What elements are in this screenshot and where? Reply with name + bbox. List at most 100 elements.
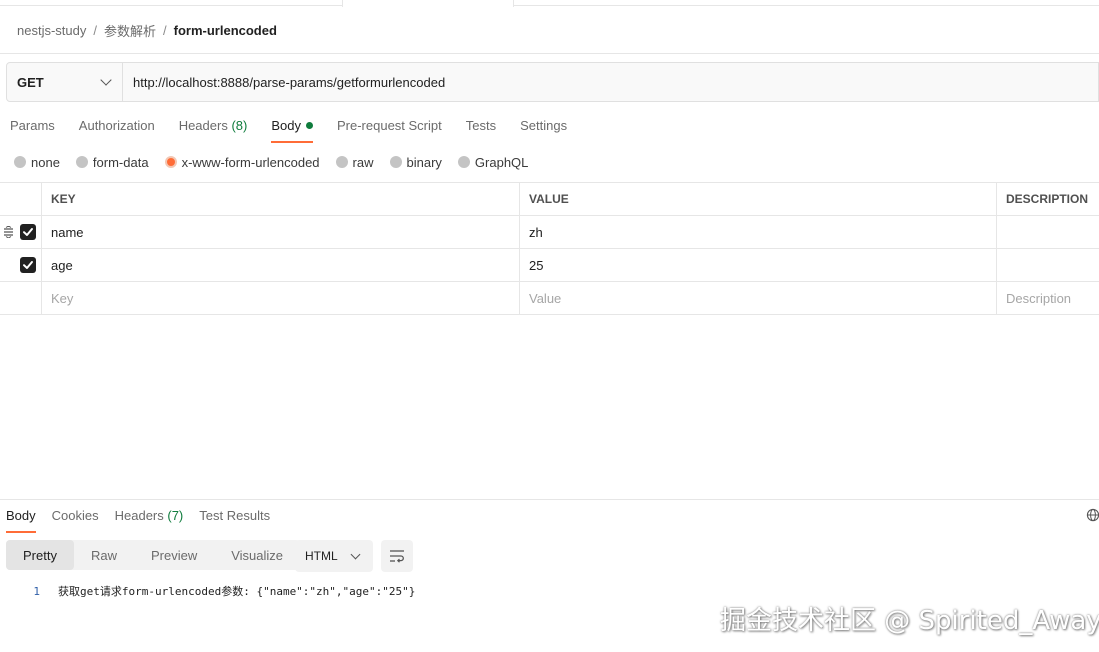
body-type-form-data[interactable]: form-data — [75, 154, 149, 170]
body-type-none-label: none — [31, 154, 60, 170]
radio-icon — [457, 156, 470, 168]
column-header-description: DESCRIPTION — [1006, 192, 1089, 206]
headers-count-badge: (8) — [231, 118, 248, 133]
tab-params-label: Params — [10, 118, 55, 133]
value-cell[interactable]: zh — [520, 216, 997, 248]
tab-headers-label: Headers — [178, 118, 228, 133]
response-tab-cookies-label: Cookies — [51, 508, 99, 523]
column-header-key: KEY — [42, 183, 520, 215]
line-number: 1 — [33, 584, 40, 598]
table-row: age 25 — [0, 249, 1099, 282]
radio-icon — [389, 156, 402, 168]
view-raw-button[interactable]: Raw — [74, 540, 134, 570]
url-bar: GET http://localhost:8888/parse-params/g… — [6, 62, 1099, 102]
header-check-cell — [0, 183, 42, 215]
tab-pre-request-label: Pre-request Script — [336, 118, 442, 133]
key-cell[interactable]: name — [42, 216, 520, 248]
table-row: name zh — [0, 216, 1099, 249]
radio-icon — [14, 156, 26, 168]
body-type-binary[interactable]: binary — [389, 154, 442, 170]
radio-icon — [335, 156, 348, 168]
key-value-table: KEY VALUE DESCRIPTION name zh age 25 Key… — [0, 182, 1099, 315]
body-type-graphql-label: GraphQL — [474, 154, 529, 170]
tab-body-label: Body — [271, 118, 301, 133]
response-tab-test-results-label: Test Results — [199, 508, 271, 523]
body-indicator-dot-icon — [305, 122, 313, 129]
tab-tests[interactable]: Tests — [466, 117, 496, 143]
body-type-urlencoded-label: x-www-form-urlencoded — [181, 154, 320, 170]
response-tab-headers[interactable]: Headers (7) — [115, 507, 184, 533]
wrap-lines-icon — [390, 550, 404, 563]
tab-tests-label: Tests — [465, 118, 497, 133]
row-checkbox[interactable] — [19, 224, 36, 240]
request-tabs: Params Authorization Headers (8) Body Pr… — [10, 117, 591, 143]
response-tab-test-results[interactable]: Test Results — [199, 507, 270, 533]
response-tabs: Body Cookies Headers (7) Test Results — [6, 507, 286, 533]
row-check-cell — [0, 282, 42, 314]
tab-authorization-label: Authorization — [78, 118, 155, 133]
url-input[interactable]: http://localhost:8888/parse-params/getfo… — [123, 63, 1098, 101]
wrap-lines-button[interactable] — [381, 540, 413, 572]
column-header-value: VALUE — [520, 183, 997, 215]
breadcrumb: nestjs-study / 参数解析 / form-urlencoded — [17, 21, 277, 39]
table-header-row: KEY VALUE DESCRIPTION — [0, 183, 1099, 216]
new-value-input[interactable]: Value — [520, 282, 997, 314]
tab-settings-label: Settings — [520, 118, 568, 133]
drag-handle-icon[interactable] — [3, 226, 14, 238]
checkmark-icon — [22, 261, 33, 269]
response-divider[interactable] — [0, 499, 1099, 500]
table-row-new: Key Value Description — [0, 282, 1099, 315]
value-cell[interactable]: 25 — [520, 249, 997, 281]
radio-icon — [75, 156, 88, 168]
breadcrumb-request-name[interactable]: form-urlencoded — [174, 23, 277, 38]
body-type-form-data-label: form-data — [92, 154, 149, 170]
new-key-input[interactable]: Key — [42, 282, 520, 314]
body-type-raw[interactable]: raw — [335, 154, 374, 170]
response-body-line: 1 获取get请求form-urlencoded参数: {"name":"zh"… — [0, 582, 415, 600]
checkmark-icon — [22, 228, 33, 236]
chevron-down-icon — [350, 549, 361, 559]
row-check-cell — [0, 216, 42, 248]
response-tab-body-label: Body — [6, 508, 36, 523]
tab-headers[interactable]: Headers (8) — [179, 117, 248, 143]
breadcrumb-collection[interactable]: nestjs-study — [17, 23, 86, 38]
tab-authorization[interactable]: Authorization — [79, 117, 155, 143]
tab-body[interactable]: Body — [271, 117, 313, 143]
chevron-down-icon — [100, 74, 112, 86]
watermark: 掘金技术社区 @ Spirited_Away — [720, 606, 1099, 636]
body-type-selector: none form-data x-www-form-urlencoded raw… — [14, 153, 544, 171]
tab-pre-request-script[interactable]: Pre-request Script — [337, 117, 442, 143]
breadcrumb-folder[interactable]: 参数解析 — [104, 21, 156, 40]
view-visualize-button[interactable]: Visualize — [214, 540, 300, 570]
response-tab-body[interactable]: Body — [6, 507, 36, 533]
active-request-tab[interactable] — [342, 0, 514, 7]
response-body-text: 获取get请求form-urlencoded参数: {"name":"zh","… — [58, 585, 416, 598]
tab-strip — [0, 0, 1099, 7]
description-cell[interactable] — [997, 249, 1099, 281]
body-type-graphql[interactable]: GraphQL — [457, 154, 529, 170]
key-cell[interactable]: age — [42, 249, 520, 281]
response-tab-cookies[interactable]: Cookies — [52, 507, 99, 533]
method-select[interactable]: GET — [7, 63, 123, 101]
description-cell[interactable] — [997, 216, 1099, 248]
globe-icon[interactable] — [1086, 508, 1099, 522]
response-headers-count-badge: (7) — [167, 508, 184, 523]
radio-selected-icon — [164, 156, 177, 168]
body-type-urlencoded[interactable]: x-www-form-urlencoded — [164, 154, 320, 170]
body-type-none[interactable]: none — [14, 155, 60, 170]
breadcrumb-separator: / — [163, 22, 167, 38]
tab-settings[interactable]: Settings — [520, 117, 567, 143]
response-format-label: HTML — [305, 549, 338, 563]
view-pretty-button[interactable]: Pretty — [6, 540, 74, 570]
new-description-input[interactable]: Description — [997, 282, 1099, 314]
body-type-binary-label: binary — [406, 154, 442, 170]
view-preview-button[interactable]: Preview — [134, 540, 214, 570]
tab-params[interactable]: Params — [10, 117, 55, 143]
header-divider — [0, 53, 1099, 54]
method-label: GET — [17, 74, 44, 90]
response-view-toggle: Pretty Raw Preview Visualize — [6, 540, 301, 570]
response-format-select[interactable]: HTML — [295, 540, 373, 572]
body-type-raw-label: raw — [352, 154, 374, 170]
row-checkbox[interactable] — [19, 257, 36, 273]
breadcrumb-separator: / — [93, 22, 97, 38]
